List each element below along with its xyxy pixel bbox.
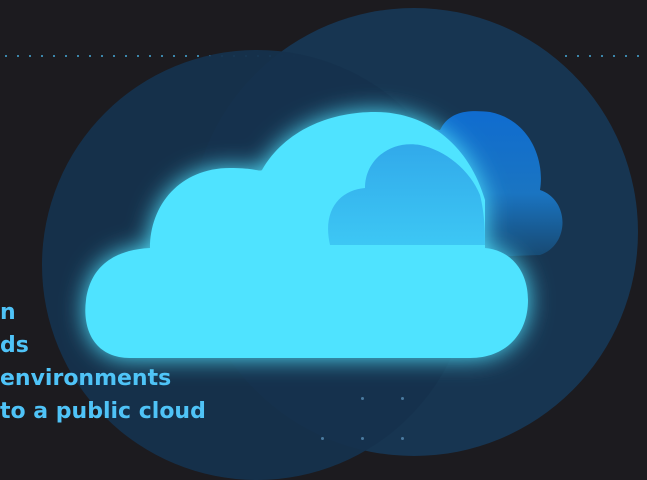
hero-illustration: n ds environments to a public cloud <box>0 0 647 480</box>
cloud-artwork <box>85 111 563 358</box>
